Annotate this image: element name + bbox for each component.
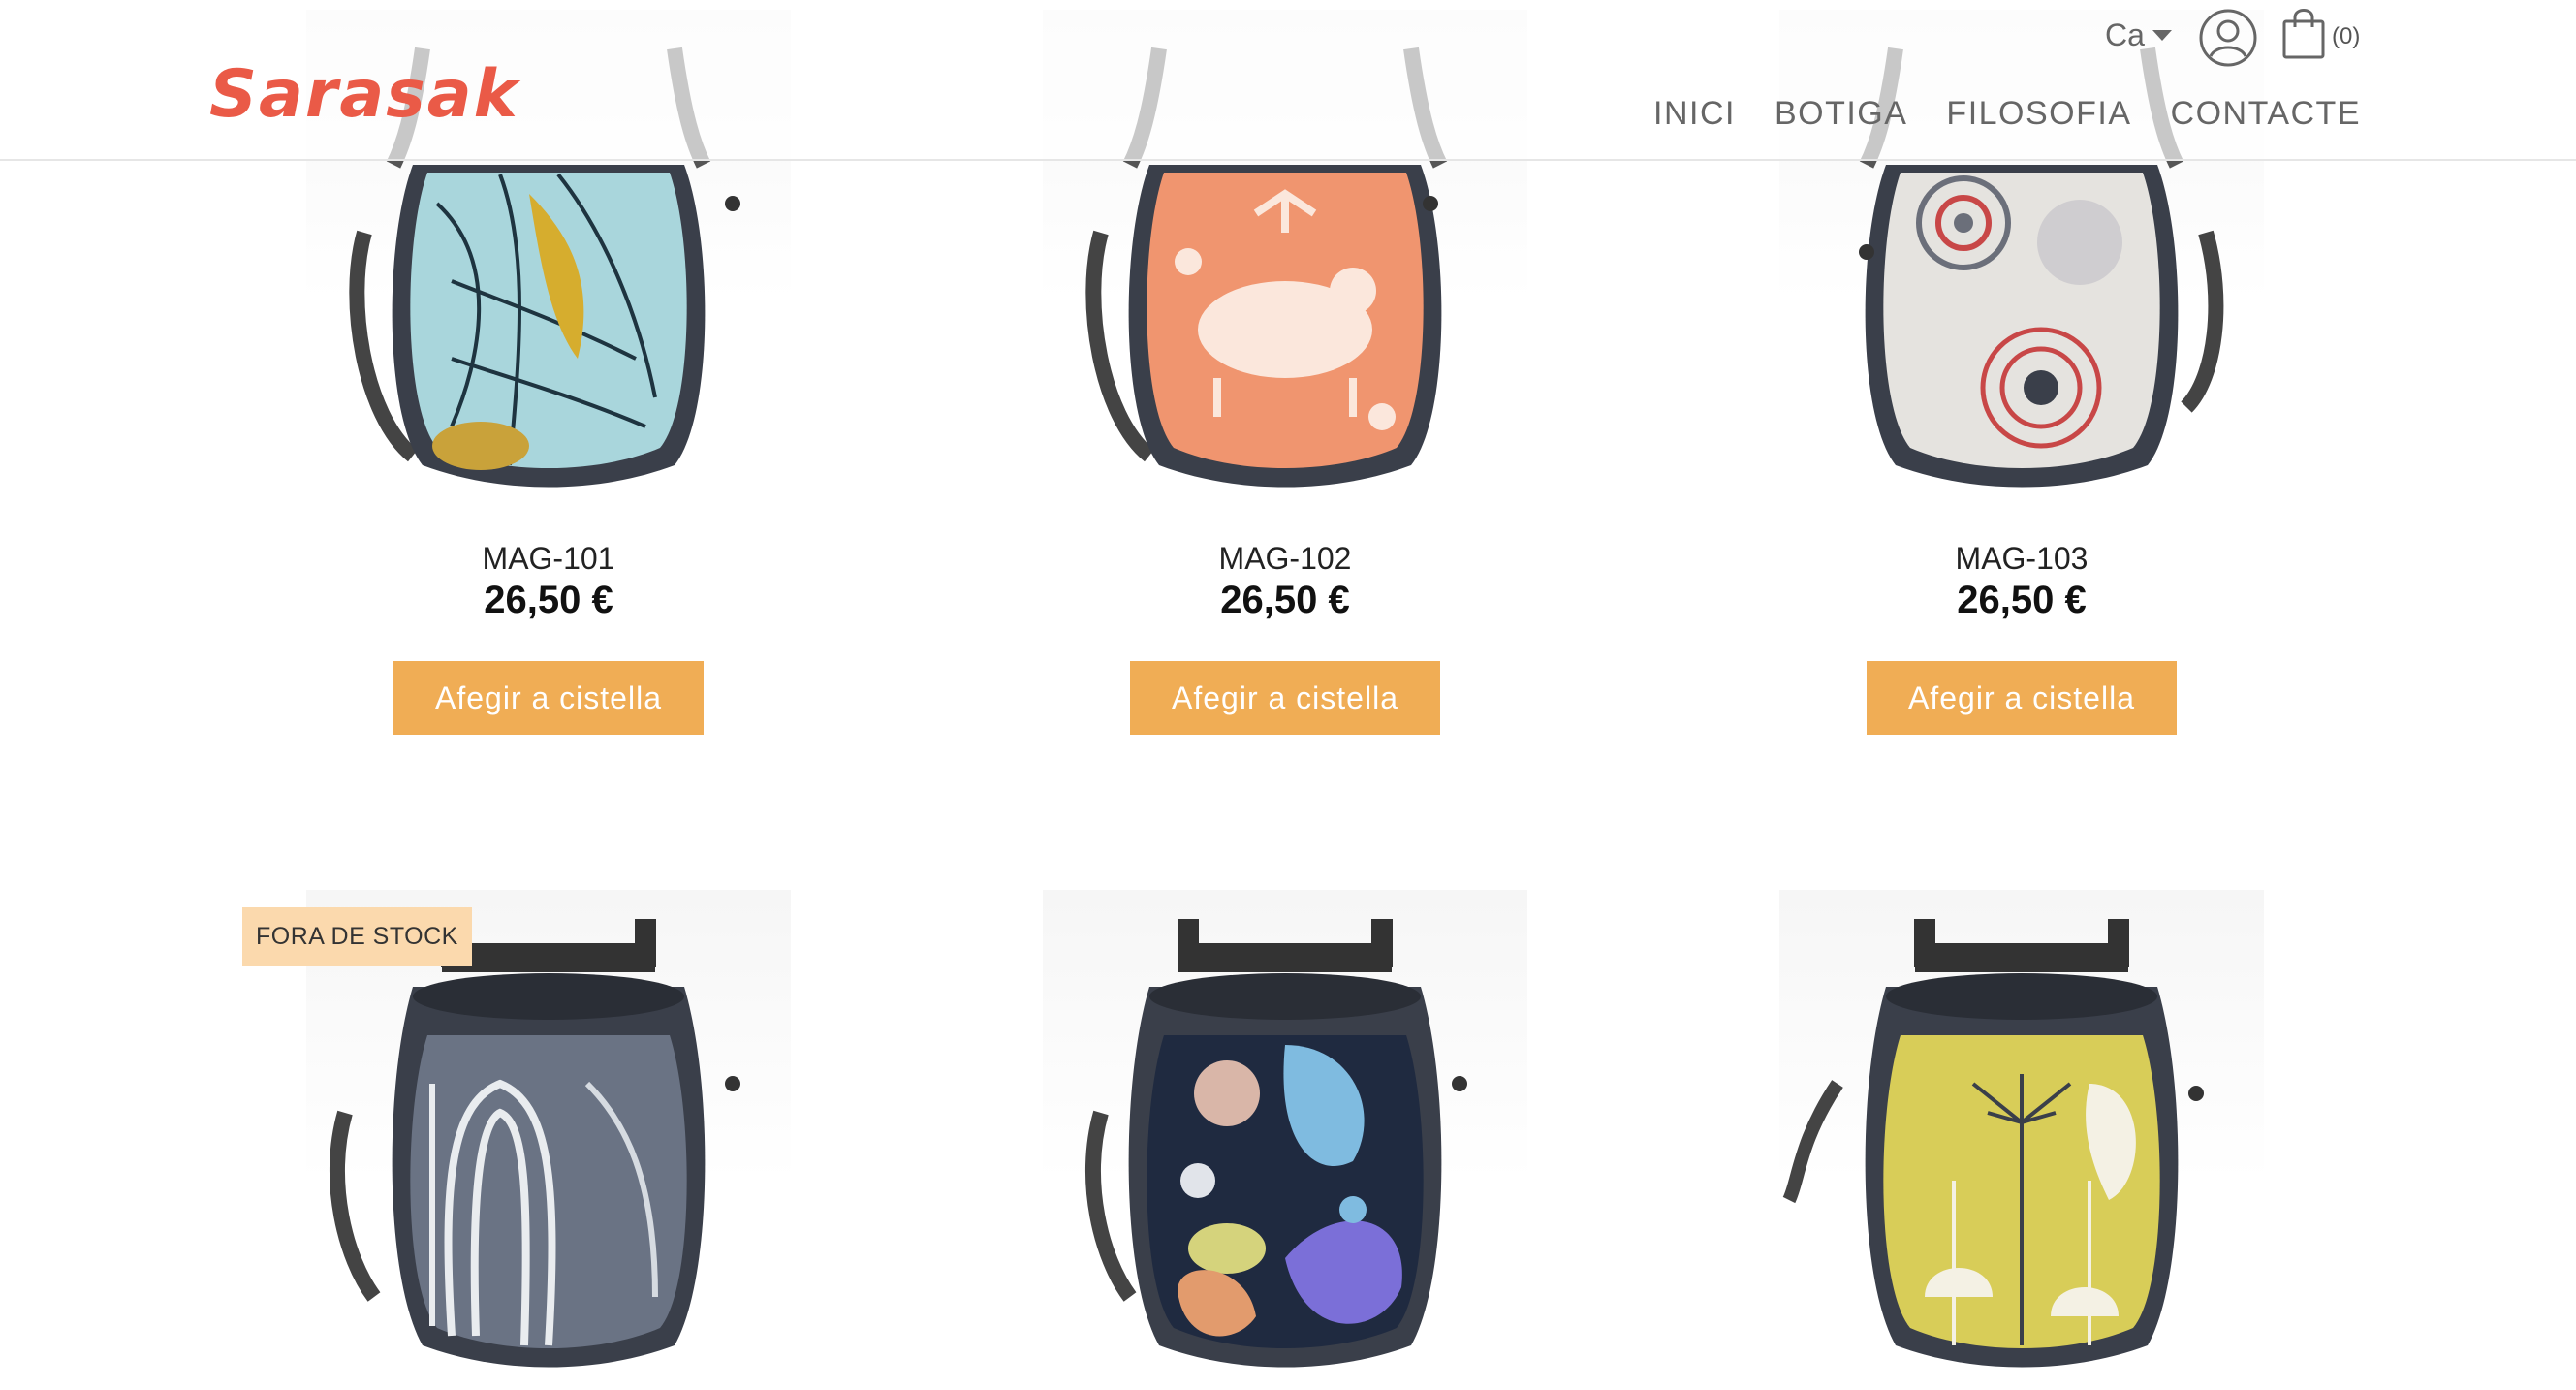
chevron-down-icon (2152, 29, 2172, 41)
nav-item-inici[interactable]: INICI (1653, 95, 1736, 133)
shopping-bag-icon[interactable] (2281, 6, 2326, 60)
nav-item-filosofia[interactable]: FILOSOFIA (1946, 95, 2131, 133)
nav-item-contacte[interactable]: CONTACTE (2171, 95, 2361, 133)
user-account-icon[interactable] (2198, 8, 2258, 68)
language-label: Ca (2105, 16, 2145, 52)
product-info: MAG-103 26,50 € (1721, 541, 2322, 622)
product-name[interactable]: MAG-101 (248, 541, 849, 577)
product-name[interactable]: MAG-103 (1721, 541, 2322, 577)
product-price: 26,50 € (1957, 579, 2087, 621)
site-logo[interactable]: Sarasak (209, 56, 519, 133)
product-info: MAG-101 26,50 € (248, 541, 849, 622)
out-of-stock-badge: FORA DE STOCK (242, 907, 472, 966)
add-to-cart-button[interactable]: Afegir a cistella (1130, 661, 1440, 735)
add-to-cart-button[interactable]: Afegir a cistella (393, 661, 704, 735)
product-info: MAG-102 26,50 € (985, 541, 1586, 622)
product-price: 26,50 € (484, 579, 613, 621)
product-image[interactable] (1779, 890, 2264, 1374)
product-image[interactable] (1043, 890, 1527, 1374)
site-header: Sarasak Ca (0) INICI BOTIGA FILOSOFIA CO… (0, 0, 2576, 161)
language-selector[interactable]: Ca (2105, 16, 2172, 54)
product-name[interactable]: MAG-102 (985, 541, 1586, 577)
nav-item-botiga[interactable]: BOTIGA (1775, 95, 1907, 133)
cart-count[interactable]: (0) (2332, 23, 2360, 50)
add-to-cart-button[interactable]: Afegir a cistella (1867, 661, 2177, 735)
product-price: 26,50 € (1220, 579, 1350, 621)
main-navigation: INICI BOTIGA FILOSOFIA CONTACTE (1653, 95, 2361, 133)
